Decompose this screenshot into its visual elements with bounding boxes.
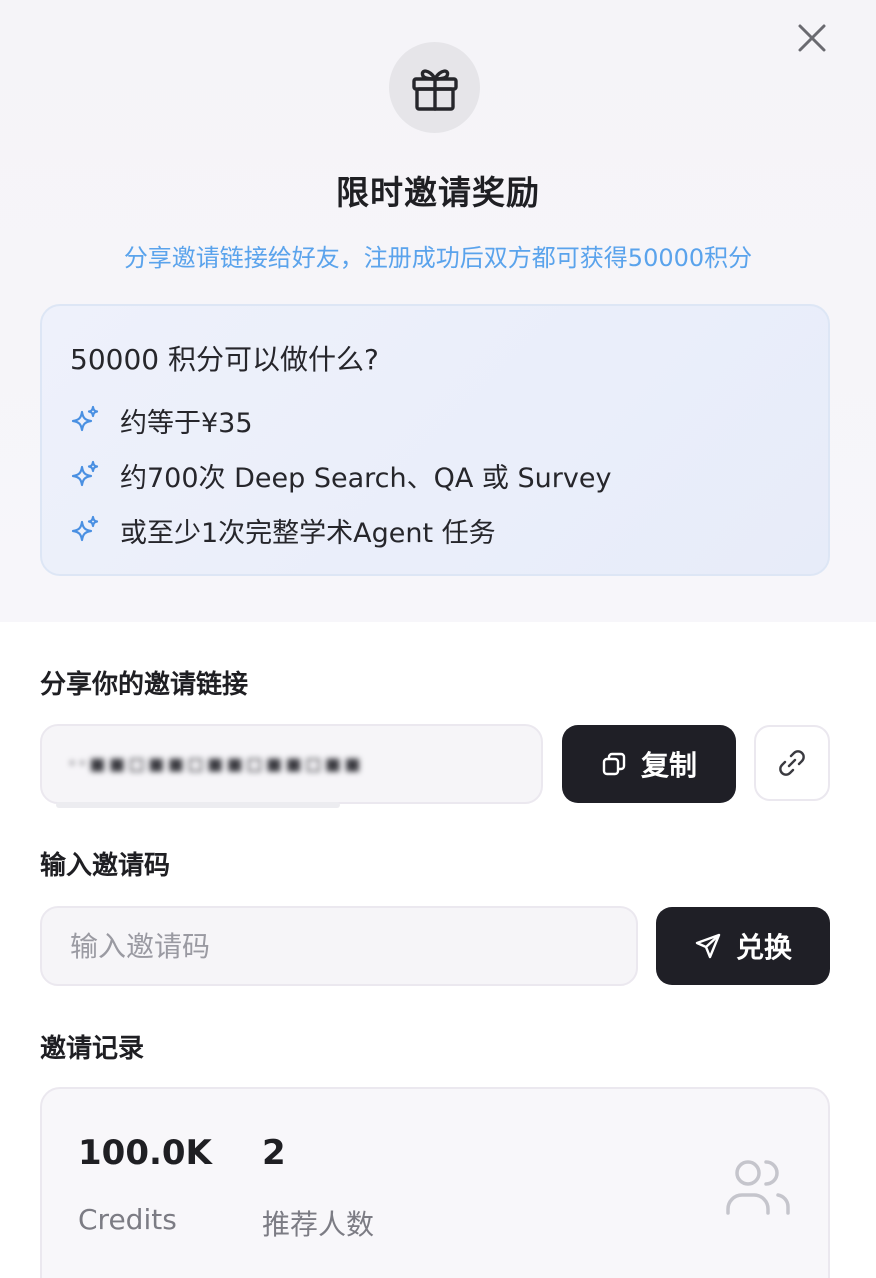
copy-button[interactable]: 复制 bbox=[562, 725, 736, 803]
close-button[interactable] bbox=[794, 20, 830, 56]
redeem-button[interactable]: 兑换 bbox=[656, 907, 830, 985]
sparkle-icon bbox=[71, 515, 99, 542]
link-scrollbar bbox=[56, 802, 340, 808]
invite-link-value: ··▪▪▫▪▪▫▪▪▫▪▪▫▪▪ bbox=[68, 749, 364, 779]
redeem-button-label: 兑换 bbox=[735, 931, 792, 964]
sparkle-icon bbox=[71, 405, 99, 432]
benefits-card: 50000 积分可以做什么? 约等于¥35 约700次 Deep Search、… bbox=[40, 304, 830, 576]
link-icon bbox=[779, 750, 805, 776]
copy-icon bbox=[602, 752, 626, 776]
benefit-label: 约700次 Deep Search、QA 或 Survey bbox=[120, 462, 612, 494]
credits-value: 100.0K bbox=[78, 1133, 212, 1173]
benefit-item: 约等于¥35 bbox=[70, 402, 253, 439]
benefits-title: 50000 积分可以做什么? bbox=[70, 343, 379, 376]
share-link-button[interactable] bbox=[754, 725, 830, 801]
invite-records-label: 邀请记录 bbox=[40, 1034, 145, 1064]
send-icon bbox=[695, 933, 721, 959]
users-icon bbox=[726, 1160, 790, 1215]
dialog-title: 限时邀请奖励 bbox=[336, 173, 540, 212]
gift-badge bbox=[389, 42, 480, 133]
gift-icon bbox=[411, 68, 458, 111]
referrals-label: 推荐人数 bbox=[262, 1208, 375, 1241]
invite-code-input[interactable] bbox=[40, 906, 638, 986]
invite-link-field[interactable]: ··▪▪▫▪▪▫▪▪▫▪▪▫▪▪ bbox=[40, 724, 543, 804]
benefit-item: 约700次 Deep Search、QA 或 Survey bbox=[70, 457, 612, 494]
benefit-label: 或至少1次完整学术Agent 任务 bbox=[120, 517, 496, 549]
dialog-subtitle: 分享邀请链接给好友，注册成功后双方都可获得50000积分 bbox=[123, 244, 753, 272]
share-link-label: 分享你的邀请链接 bbox=[40, 670, 249, 700]
credits-label: Credits bbox=[78, 1203, 177, 1236]
copy-button-label: 复制 bbox=[640, 749, 697, 782]
benefit-item: 或至少1次完整学术Agent 任务 bbox=[70, 512, 496, 549]
sparkle-icon bbox=[71, 460, 99, 487]
invite-stats-card: 100.0K Credits 2 推荐人数 bbox=[40, 1087, 830, 1278]
referrals-value: 2 bbox=[262, 1133, 286, 1173]
invite-code-label: 输入邀请码 bbox=[40, 851, 171, 881]
benefit-label: 约等于¥35 bbox=[120, 407, 253, 439]
close-icon bbox=[798, 24, 826, 52]
